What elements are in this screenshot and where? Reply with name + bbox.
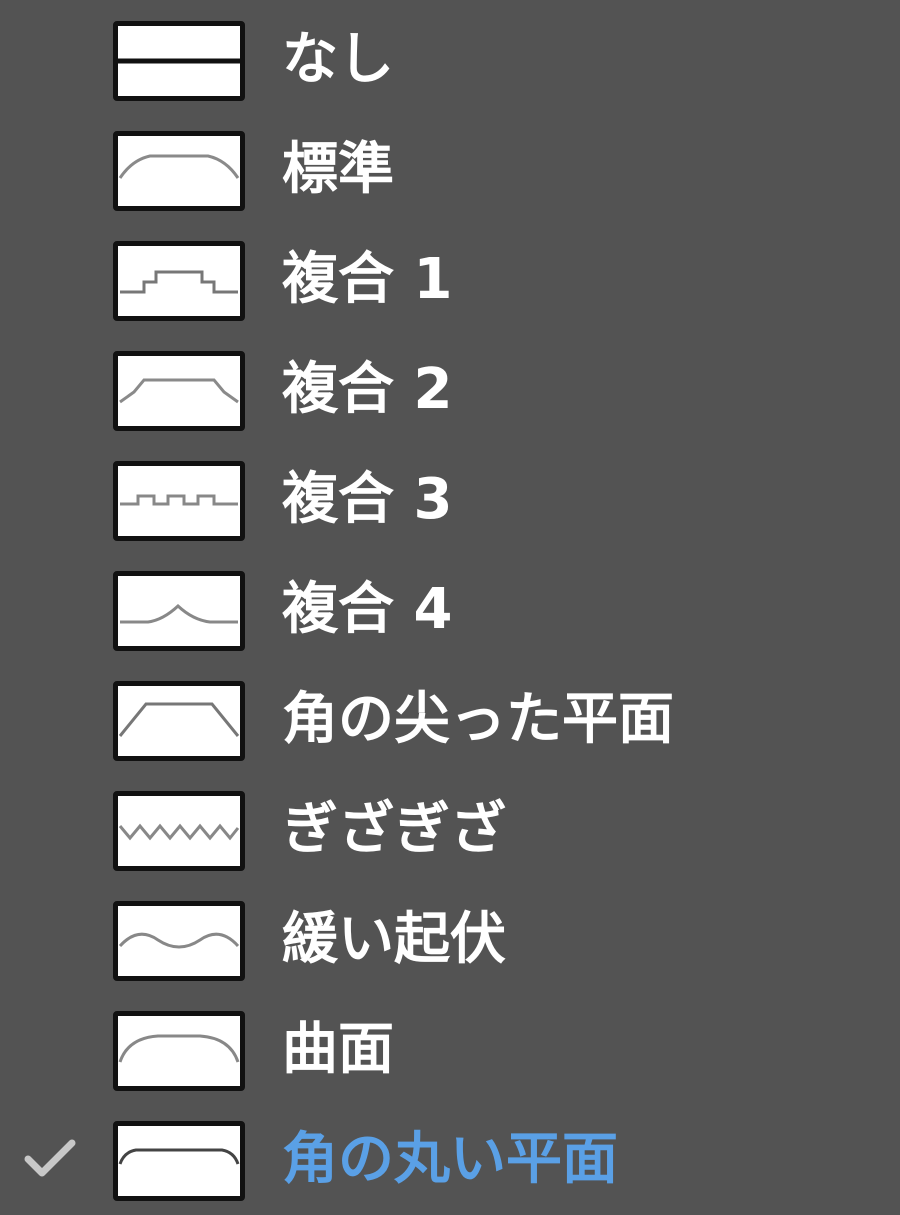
menu-item-label: 複合 2 <box>282 357 453 422</box>
bevel-rounded-flat-icon <box>113 1121 245 1201</box>
menu-item-label: 角の丸い平面 <box>282 1127 618 1192</box>
bevel-compound-3-icon <box>113 461 245 541</box>
menu-item-compound-3[interactable]: 複合 3 <box>0 443 900 553</box>
menu-item-rounded-flat[interactable]: 角の丸い平面 <box>0 1103 900 1213</box>
menu-item-gentle-undulation[interactable]: 緩い起伏 <box>0 883 900 993</box>
bevel-gentle-undulation-icon <box>113 901 245 981</box>
menu-item-label: 緩い起伏 <box>282 907 506 972</box>
menu-item-sharp-flat[interactable]: 角の尖った平面 <box>0 663 900 773</box>
bevel-compound-4-icon <box>113 571 245 651</box>
bevel-sharp-flat-icon <box>113 681 245 761</box>
checkmark-icon <box>24 1139 76 1177</box>
menu-item-label: 曲面 <box>282 1017 394 1082</box>
menu-item-label: なし <box>282 27 394 92</box>
bevel-compound-2-icon <box>113 351 245 431</box>
bevel-standard-icon <box>113 131 245 211</box>
menu-item-compound-2[interactable]: 複合 2 <box>0 333 900 443</box>
menu-item-standard[interactable]: 標準 <box>0 113 900 223</box>
menu-item-compound-4[interactable]: 複合 4 <box>0 553 900 663</box>
bevel-jagged-icon <box>113 791 245 871</box>
bevel-curved-icon <box>113 1011 245 1091</box>
bevel-type-menu: なし 標準 複合 1 複合 2 複合 3 複合 4 角の尖った平面 ぎざぎざ 緩… <box>0 0 900 1215</box>
menu-item-curved[interactable]: 曲面 <box>0 993 900 1103</box>
menu-item-label: 複合 1 <box>282 247 453 312</box>
bevel-compound-1-icon <box>113 241 245 321</box>
menu-item-label: 複合 3 <box>282 467 453 532</box>
menu-item-compound-1[interactable]: 複合 1 <box>0 223 900 333</box>
menu-item-jagged[interactable]: ぎざぎざ <box>0 773 900 883</box>
menu-item-label: 複合 4 <box>282 577 453 642</box>
bevel-none-icon <box>113 21 245 101</box>
menu-item-label: ぎざぎざ <box>282 797 506 862</box>
menu-item-none[interactable]: なし <box>0 3 900 113</box>
menu-item-label: 角の尖った平面 <box>282 687 674 752</box>
menu-item-label: 標準 <box>282 137 394 202</box>
